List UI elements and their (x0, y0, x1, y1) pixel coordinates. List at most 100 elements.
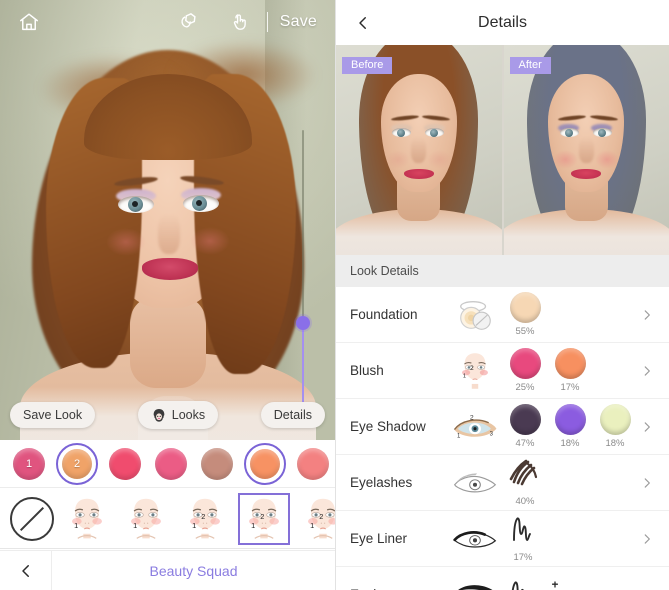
svg-text:1: 1 (133, 521, 137, 530)
swatch-color (201, 447, 233, 480)
nose (578, 137, 594, 163)
editor-toolbar: Save (0, 0, 335, 44)
before-after-comparison: Before After (336, 45, 669, 255)
chevron-right-icon[interactable] (637, 532, 657, 546)
eye-shadow-icon: 2 3 1 (446, 411, 504, 443)
after-image: After (503, 45, 669, 255)
swatch-selected-ring (244, 442, 286, 485)
chevron-right-icon[interactable] (637, 308, 657, 322)
detail-row-eye-shadow[interactable]: Eye Shadow 2 3 1 47% 18% 18% (336, 399, 669, 455)
looks-label: Looks (171, 408, 206, 422)
look-details-list: Foundation 55% Blush 2 1 25% 17% Eye Shadow 2 3 1 4… (336, 287, 669, 590)
swatch-color (155, 447, 187, 480)
bottom-nav: Beauty Squad (0, 550, 335, 590)
before-image: Before (336, 45, 502, 255)
swatch-percent: 18% (605, 438, 625, 449)
iris-left (564, 129, 573, 137)
detail-row-blush[interactable]: Blush 2 1 25% 17% (336, 343, 669, 399)
color-swatch-3[interactable] (106, 445, 144, 483)
eye-liner-icon (446, 525, 504, 553)
detail-row-label: Foundation (350, 307, 418, 322)
swatch-color (109, 447, 141, 480)
save-look-label: Save Look (23, 408, 83, 422)
face-avatar-icon (151, 407, 167, 423)
swatch-color (509, 292, 541, 323)
swatch-color (509, 404, 541, 435)
detail-swatch-group: 17% (504, 514, 637, 563)
after-label: After (509, 57, 551, 74)
color-swatch-2[interactable]: 2 (56, 442, 98, 485)
nose (157, 214, 180, 254)
svg-text:2: 2 (260, 512, 264, 521)
detail-row-foundation[interactable]: Foundation 55% (336, 287, 669, 343)
detail-row-eye-liner[interactable]: Eye Liner 17% (336, 511, 669, 567)
detail-swatch-group: 25% 17% (504, 348, 637, 393)
detail-swatch-1: 47% (508, 404, 542, 449)
blush-right (594, 150, 620, 169)
details-title: Details (478, 13, 527, 31)
iris-right (597, 129, 606, 137)
blush-pattern-1[interactable]: 1 (61, 492, 113, 545)
looks-button[interactable]: Looks (137, 401, 219, 429)
svg-text:1: 1 (192, 521, 196, 530)
details-back-button[interactable] (350, 10, 376, 36)
svg-text:1: 1 (310, 521, 314, 530)
lips (141, 258, 198, 280)
chevron-right-icon[interactable] (637, 364, 657, 378)
color-swatch-7[interactable] (294, 445, 332, 483)
brush-stroke-preview (508, 577, 564, 590)
svg-text:1: 1 (463, 373, 466, 379)
blush-pattern-3[interactable]: 12 (179, 492, 231, 545)
color-swatch-5[interactable] (198, 445, 236, 483)
slider-thumb[interactable] (296, 316, 310, 330)
pattern-none-button[interactable] (10, 496, 54, 541)
detail-swatch-1: 55% (508, 292, 542, 337)
blush-right (427, 150, 452, 169)
color-swatch-4[interactable] (152, 445, 190, 483)
detail-swatch-3: 18% (598, 404, 632, 449)
svg-text:2: 2 (470, 365, 474, 372)
swatch-percent: 25% (515, 382, 535, 393)
blush-pattern-2[interactable]: 1 (120, 492, 172, 545)
intensity-slider[interactable] (296, 130, 310, 405)
detail-row-eyebrows[interactable]: Eyebrows (336, 567, 669, 590)
details-button[interactable]: Details (260, 402, 325, 428)
home-icon[interactable] (14, 7, 44, 37)
toolbar-divider (266, 12, 268, 32)
svg-text:2: 2 (470, 414, 474, 421)
blush-pattern-4[interactable]: 12 (238, 492, 290, 545)
blush-left (385, 150, 411, 169)
swatch-color: 1 (13, 447, 45, 480)
swatch-percent: 47% (515, 438, 535, 449)
detail-row-label: Blush (350, 363, 384, 378)
color-swatch-strip[interactable]: 12 (0, 440, 335, 488)
svg-text:1: 1 (251, 521, 255, 530)
blush-pattern-5[interactable]: 12 (297, 492, 335, 545)
eyebrow-icon (446, 581, 504, 590)
save-look-button[interactable]: Save Look (10, 402, 96, 428)
blush-right (189, 227, 230, 255)
swatch-selected-ring (56, 442, 98, 485)
swatch-percent: 17% (560, 382, 580, 393)
color-swatch-1[interactable]: 1 (10, 445, 48, 483)
detail-swatch-1: 40% (508, 458, 542, 507)
detail-swatch-group: 55% (504, 292, 637, 337)
chevron-right-icon[interactable] (637, 476, 657, 490)
neck (129, 296, 206, 388)
swatch-percent: 18% (560, 438, 580, 449)
detail-row-eyelashes[interactable]: Eyelashes 40% (336, 455, 669, 511)
camera-preview[interactable] (0, 0, 335, 440)
chevron-right-icon[interactable] (637, 420, 657, 434)
pupil-right (195, 200, 202, 206)
swatch-number: 1 (25, 457, 33, 470)
hand-tap-icon[interactable] (225, 7, 255, 37)
color-swatch-6[interactable] (244, 442, 286, 485)
swatch-color (509, 348, 541, 379)
swatch-percent: 40% (515, 496, 535, 507)
nav-back-button[interactable] (0, 551, 52, 590)
overlapping-shapes-icon[interactable] (173, 7, 203, 37)
blush-pattern-strip[interactable]: 11121212 (0, 489, 335, 549)
save-button[interactable]: Save (280, 13, 317, 31)
eye-lash-icon (446, 469, 504, 497)
swatch-color (554, 348, 586, 379)
